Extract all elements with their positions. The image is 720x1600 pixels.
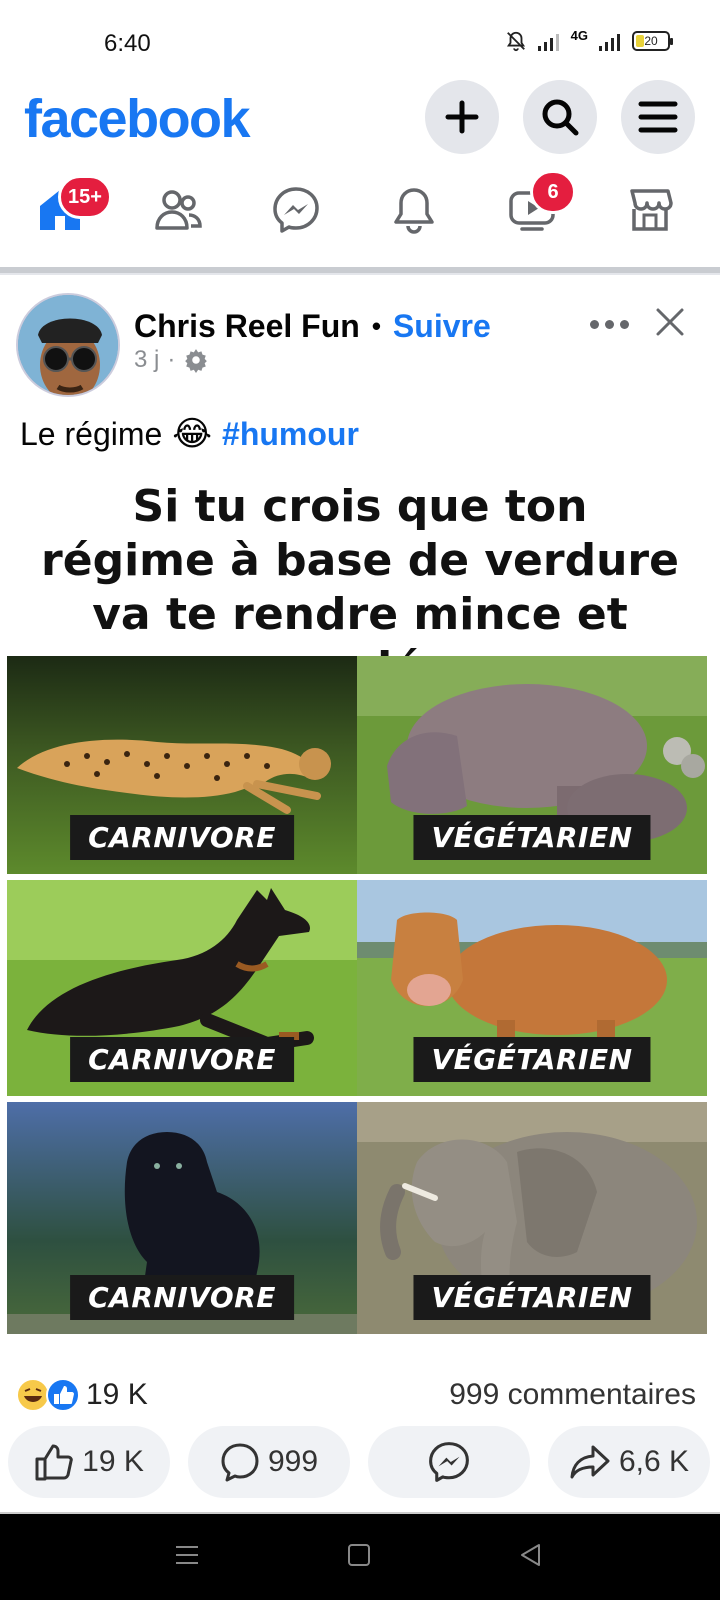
status-time: 6:40 xyxy=(104,30,151,57)
comment-icon xyxy=(221,1443,259,1482)
cell-label: VÉGÉTARIEN xyxy=(413,1275,651,1320)
meme-cell-hippo: VÉGÉTARIEN xyxy=(357,656,707,874)
follow-button[interactable]: Suivre xyxy=(393,308,491,345)
network-4g-icon: 4G xyxy=(570,27,588,43)
gear-icon xyxy=(185,349,208,373)
meme-cell-doberman: CARNIVORE xyxy=(7,880,357,1096)
back-system-button[interactable] xyxy=(518,1542,544,1573)
home-system-button[interactable] xyxy=(346,1542,372,1573)
author-row: Chris Reel Fun • Suivre xyxy=(134,308,491,345)
tab-marketplace[interactable] xyxy=(620,180,680,240)
meta-separator: · xyxy=(167,346,176,373)
author-avatar[interactable] xyxy=(16,293,120,397)
status-icons: 4G 20 xyxy=(505,27,673,52)
square-icon xyxy=(348,1544,370,1566)
cell-label: VÉGÉTARIEN xyxy=(413,1037,651,1082)
more-dot xyxy=(604,319,614,329)
hamburger-icon xyxy=(638,101,678,133)
status-bar: 6:40 4G 20 xyxy=(0,0,720,80)
muted-bell-icon xyxy=(506,31,525,52)
post-header: Chris Reel Fun • Suivre 3 j · xyxy=(0,290,720,400)
system-navigation-bar xyxy=(0,1512,720,1600)
nav-tabs: 15+ 6 xyxy=(0,170,720,260)
back-triangle-icon xyxy=(521,1544,540,1566)
close-icon[interactable] xyxy=(650,302,690,342)
post-time[interactable]: 3 j xyxy=(134,346,159,374)
friends-icon xyxy=(155,190,202,230)
signal-icon-2 xyxy=(599,34,620,51)
share-button[interactable]: 6,6 K xyxy=(548,1426,710,1498)
tab-friends[interactable] xyxy=(148,180,208,240)
cell-label: CARNIVORE xyxy=(70,815,294,860)
search-button[interactable] xyxy=(523,80,597,154)
messenger-icon xyxy=(273,187,319,233)
share-count: 6,6 K xyxy=(618,1445,690,1478)
plus-icon xyxy=(445,100,479,134)
meme-cell-panther: CARNIVORE xyxy=(7,1102,357,1334)
more-options-button[interactable] xyxy=(586,312,632,336)
meme-cell-elephant: VÉGÉTARIEN xyxy=(357,1102,707,1334)
post-caption: Le régime 😂 #humour xyxy=(20,414,359,454)
recent-apps-button[interactable] xyxy=(174,1542,200,1573)
tab-notifications[interactable] xyxy=(384,180,444,240)
share-icon xyxy=(570,1445,610,1479)
cell-label: CARNIVORE xyxy=(70,1037,294,1082)
reaction-icons xyxy=(16,1378,80,1412)
author-separator: • xyxy=(371,311,381,341)
reactions-summary[interactable]: 19 K 999 commentaires xyxy=(16,1374,706,1416)
post-actions: 19 K 999 6,6 K xyxy=(0,1426,720,1500)
signal-icon xyxy=(537,34,559,51)
comments-count[interactable]: 999 commentaires xyxy=(449,1378,696,1412)
create-button[interactable] xyxy=(425,80,499,154)
messenger-icon xyxy=(429,1442,469,1482)
post-meta: 3 j · xyxy=(134,346,209,374)
like-button[interactable]: 19 K xyxy=(8,1426,170,1498)
bell-icon xyxy=(394,188,434,234)
app-header: facebook xyxy=(0,80,720,154)
reaction-count: 19 K xyxy=(86,1378,148,1411)
caption-text: Le régime xyxy=(20,415,163,452)
more-dot xyxy=(589,319,599,329)
cell-label: VÉGÉTARIEN xyxy=(413,815,651,860)
send-messenger-button[interactable] xyxy=(368,1426,530,1498)
marketplace-icon xyxy=(630,189,673,231)
like-count: 19 K xyxy=(82,1445,144,1478)
tab-messenger[interactable] xyxy=(266,180,326,240)
feed-divider xyxy=(0,267,720,275)
post-image[interactable]: Si tu crois que ton régime à base de ver… xyxy=(0,468,720,1366)
facebook-logo[interactable]: facebook xyxy=(24,88,251,150)
video-notification-badge: 6 xyxy=(530,170,576,214)
thumbs-up-icon xyxy=(35,1444,73,1481)
more-dot xyxy=(619,319,629,329)
avatar-image xyxy=(18,295,118,395)
author-name[interactable]: Chris Reel Fun xyxy=(134,308,360,345)
cell-label: CARNIVORE xyxy=(70,1275,294,1320)
meme-cell-cow: VÉGÉTARIEN xyxy=(357,880,707,1096)
comment-button[interactable]: 999 xyxy=(188,1426,350,1498)
battery-icon: 20 xyxy=(632,31,673,51)
menu-button[interactable] xyxy=(621,80,695,154)
meme-cell-cheetah: CARNIVORE xyxy=(7,656,357,874)
search-icon xyxy=(542,99,579,136)
laughing-emoji: 😂 xyxy=(172,415,213,453)
menu-lines-icon xyxy=(176,1546,198,1564)
comment-count: 999 xyxy=(267,1445,319,1478)
hashtag-link[interactable]: #humour xyxy=(222,416,359,453)
home-notification-badge: 15+ xyxy=(58,175,112,219)
